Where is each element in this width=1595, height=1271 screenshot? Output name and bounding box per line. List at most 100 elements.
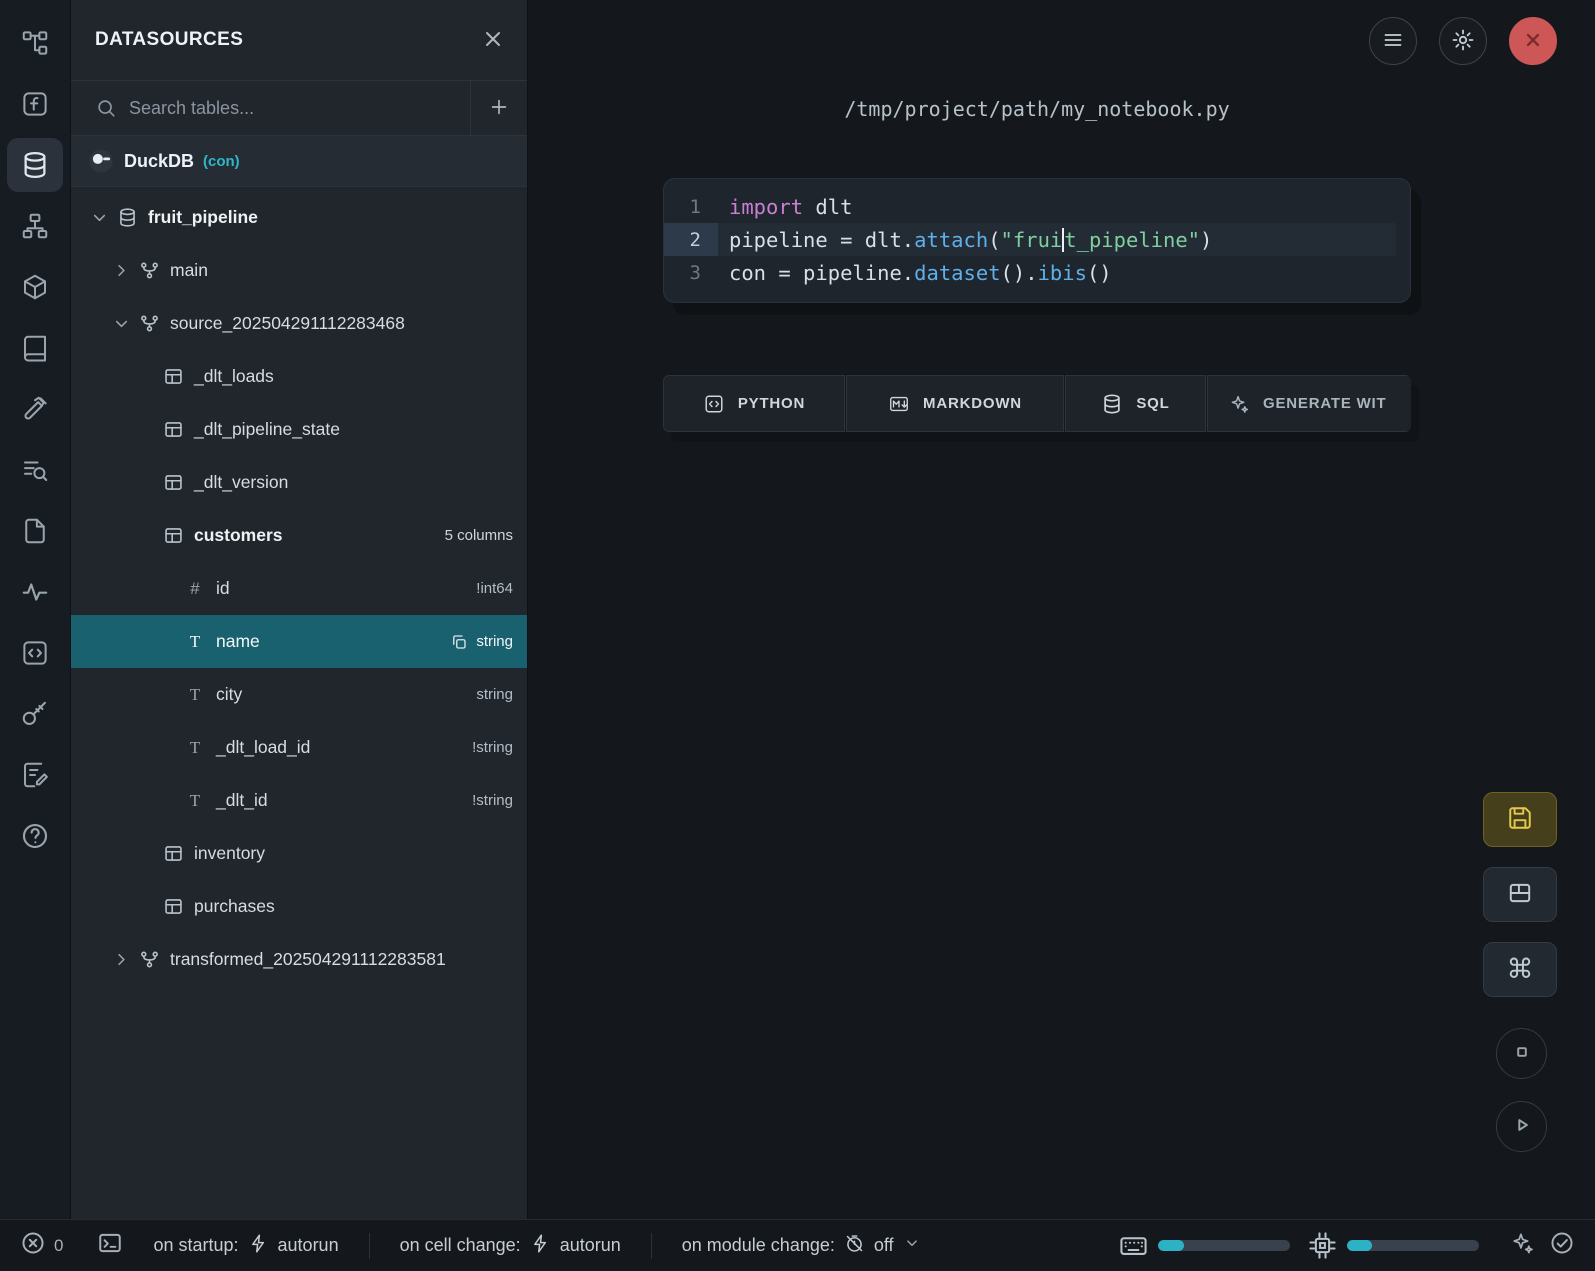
- code-line-1[interactable]: 1import dlt: [664, 190, 1410, 223]
- tree-meta: 5 columns: [445, 527, 513, 544]
- separator: [651, 1233, 652, 1259]
- add-cell-python-button[interactable]: PYTHON: [663, 375, 845, 432]
- tree-label: _dlt_load_id: [216, 737, 310, 758]
- copy-icon[interactable]: [450, 633, 468, 651]
- shutdown-button[interactable]: [1509, 17, 1557, 65]
- rail-tree-icon[interactable]: [7, 16, 63, 70]
- rail-code-icon[interactable]: [7, 626, 63, 680]
- table-icon: [161, 472, 185, 493]
- add-cell-label: GENERATE WIT: [1263, 395, 1386, 412]
- settings-button[interactable]: [1439, 17, 1487, 65]
- code-text: con = pipeline.dataset().ibis(): [718, 256, 1396, 289]
- search-input[interactable]: [129, 98, 470, 119]
- chevron-right-icon[interactable]: [109, 261, 133, 280]
- rail-book-icon[interactable]: [7, 321, 63, 375]
- code-cell[interactable]: 1import dlt2pipeline = dlt.attach("fruit…: [663, 178, 1411, 303]
- layout-button[interactable]: [1483, 867, 1557, 922]
- rail-file-icon[interactable]: [7, 504, 63, 558]
- cpu-activity-meter[interactable]: [1347, 1240, 1479, 1251]
- tree-row-purchases[interactable]: purchases: [71, 880, 527, 933]
- rail-activity-icon[interactable]: [7, 565, 63, 619]
- rail-help-icon[interactable]: [7, 809, 63, 863]
- on-cell-change-setting[interactable]: on cell change: autorun: [400, 1233, 621, 1259]
- play-icon: [1509, 1112, 1535, 1141]
- tree-row-main[interactable]: main: [71, 244, 527, 297]
- tree-row-_dlt_version[interactable]: _dlt_version: [71, 456, 527, 509]
- tree-row-city[interactable]: Tcitystring: [71, 668, 527, 721]
- on-startup-setting[interactable]: on startup: autorun: [153, 1233, 338, 1259]
- schema-icon: [137, 313, 161, 334]
- tree-meta: !string: [472, 792, 513, 809]
- add-cell-row: PYTHON MARKDOWNSQL GENERATE WIT: [663, 375, 1411, 432]
- terminal-icon: [97, 1230, 123, 1261]
- search-icon: [95, 97, 117, 119]
- add-cell-generate-wit-button[interactable]: GENERATE WIT: [1207, 375, 1411, 432]
- status-bar: 0 on startup: autorun on cell change: au…: [0, 1219, 1595, 1271]
- timer-off-icon: [844, 1233, 865, 1259]
- tree-label: _dlt_id: [216, 790, 268, 811]
- rail-database-icon[interactable]: [7, 138, 63, 192]
- save-button[interactable]: [1483, 792, 1557, 847]
- keyboard-activity-meter[interactable]: [1158, 1240, 1290, 1251]
- sparkle-icon: [1228, 393, 1250, 415]
- add-datasource-button[interactable]: [470, 81, 527, 135]
- keyboard-shortcuts-button[interactable]: ⌘: [1483, 942, 1557, 997]
- tree-row-source_202504291112283468[interactable]: source_202504291112283468: [71, 297, 527, 350]
- tree-label: id: [216, 578, 230, 599]
- engine-row-duckdb[interactable]: DuckDB (con): [71, 136, 527, 187]
- tree-row-name[interactable]: Tnamestring: [71, 615, 527, 668]
- health-check-button[interactable]: [1549, 1230, 1575, 1261]
- add-cell-markdown-button[interactable]: MARKDOWN: [846, 375, 1064, 432]
- rail-list-search-icon[interactable]: [7, 443, 63, 497]
- add-cell-sql-button[interactable]: SQL: [1065, 375, 1206, 432]
- tree-row-fruit_pipeline[interactable]: fruit_pipeline: [71, 191, 527, 244]
- rail-package-icon[interactable]: [7, 260, 63, 314]
- stop-button[interactable]: [1496, 1028, 1547, 1079]
- rail-function-icon[interactable]: [7, 77, 63, 131]
- tree-label: city: [216, 684, 242, 705]
- tree-label: main: [170, 260, 208, 281]
- tree-row-_dlt_id[interactable]: T_dlt_id!string: [71, 774, 527, 827]
- tree-label: _dlt_loads: [194, 366, 274, 387]
- tree-label: _dlt_version: [194, 472, 288, 493]
- rail-tools-icon[interactable]: [7, 382, 63, 436]
- code-sq-icon: [703, 393, 725, 415]
- tree-label: transformed_202504291112283581: [170, 949, 446, 970]
- run-button[interactable]: [1496, 1101, 1547, 1152]
- error-indicator[interactable]: 0: [20, 1230, 63, 1261]
- text-column-icon: T: [183, 685, 207, 705]
- bolt-icon: [248, 1233, 269, 1259]
- tree-row-id[interactable]: #id!int64: [71, 562, 527, 615]
- code-line-2[interactable]: 2pipeline = dlt.attach("fruit_pipeline"): [664, 223, 1410, 256]
- stop-icon: [1509, 1039, 1535, 1068]
- duckdb-logo-icon: [87, 147, 115, 175]
- tree-label: fruit_pipeline: [148, 207, 258, 228]
- add-cell-label: PYTHON: [738, 395, 805, 412]
- editor-area: /tmp/project/path/my_notebook.py 1import…: [528, 0, 1595, 1219]
- close-icon: [1521, 28, 1545, 55]
- tree-row-_dlt_loads[interactable]: _dlt_loads: [71, 350, 527, 403]
- rail-notes-icon[interactable]: [7, 748, 63, 802]
- code-line-3[interactable]: 3con = pipeline.dataset().ibis(): [664, 256, 1410, 289]
- tree-row-inventory[interactable]: inventory: [71, 827, 527, 880]
- menu-button[interactable]: [1369, 17, 1417, 65]
- close-panel-button[interactable]: [481, 27, 505, 54]
- chevron-down-icon[interactable]: [109, 314, 133, 333]
- text-column-icon: T: [183, 738, 207, 758]
- terminal-button[interactable]: [97, 1230, 123, 1261]
- rail-key-icon[interactable]: [7, 687, 63, 741]
- panel-header: DATASOURCES: [71, 0, 527, 81]
- tree-row-_dlt_pipeline_state[interactable]: _dlt_pipeline_state: [71, 403, 527, 456]
- tree-row-_dlt_load_id[interactable]: T_dlt_load_id!string: [71, 721, 527, 774]
- tree-row-transformed_202504291112283581[interactable]: transformed_202504291112283581: [71, 933, 527, 986]
- chevron-down-icon[interactable]: [87, 208, 111, 227]
- text-column-icon: T: [183, 632, 207, 652]
- chevron-right-icon[interactable]: [109, 950, 133, 969]
- on-cell-change-value: autorun: [560, 1235, 621, 1256]
- notebook-column: /tmp/project/path/my_notebook.py 1import…: [663, 0, 1411, 432]
- rail-sitemap-icon[interactable]: [7, 199, 63, 253]
- ai-assist-button[interactable]: [1509, 1230, 1535, 1261]
- tree-label: purchases: [194, 896, 275, 917]
- tree-row-customers[interactable]: customers5 columns: [71, 509, 527, 562]
- on-module-change-setting[interactable]: on module change: off: [682, 1233, 921, 1259]
